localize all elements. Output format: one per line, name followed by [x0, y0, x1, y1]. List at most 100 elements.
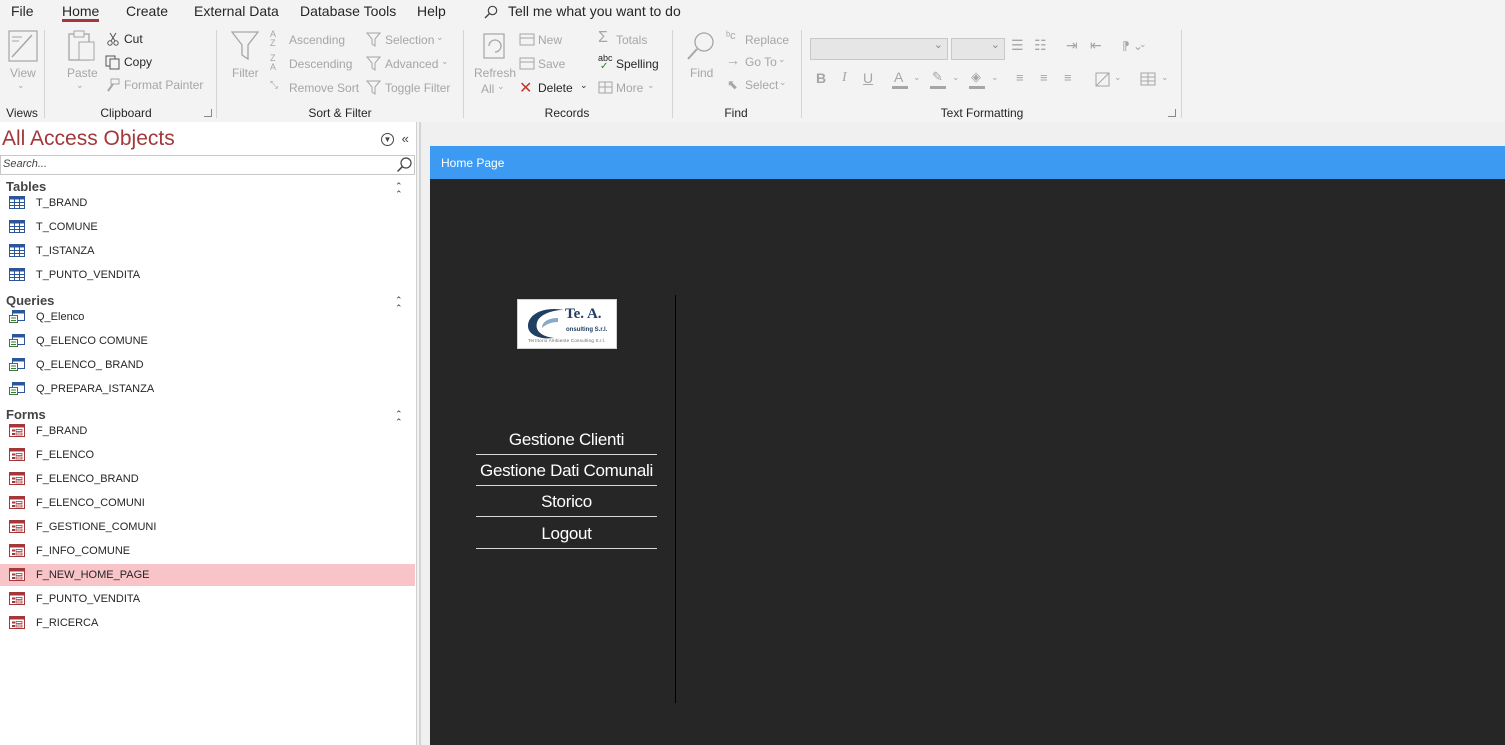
- separator: [44, 30, 45, 118]
- nav-pane-controls: ▼ «: [381, 131, 409, 146]
- align-left-icon[interactable]: ≡: [1016, 70, 1024, 85]
- table-icon: [9, 220, 25, 233]
- tab-external-data[interactable]: External Data: [194, 3, 279, 19]
- font-color-icon: A: [894, 69, 904, 85]
- nav-item-t-istanza[interactable]: T_ISTANZA: [0, 240, 415, 262]
- search-icon[interactable]: [396, 156, 413, 173]
- highlighter-icon: ✎: [932, 69, 943, 84]
- table-icon: [9, 268, 25, 281]
- delete-x-icon: ✕: [519, 80, 533, 97]
- separator: [672, 30, 673, 118]
- nav-item-t-comune[interactable]: T_COMUNE: [0, 216, 415, 238]
- sort-ascending-icon: AZ: [270, 29, 277, 48]
- new-record-icon: [519, 33, 535, 46]
- navigation-pane: All Access Objects ▼ « Search... Tables ⌃…: [0, 122, 417, 745]
- company-logo: Te. A. onsulting S.r.l. Territorio Ambie…: [517, 299, 617, 349]
- font-size-combo[interactable]: [951, 38, 1005, 60]
- nav-item-label: F_PUNTO_VENDITA: [36, 593, 141, 605]
- tab-home[interactable]: Home: [62, 3, 99, 19]
- nav-item-q-elenco[interactable]: Q_Elenco: [0, 306, 415, 328]
- nav-item-label: Q_Elenco: [36, 311, 85, 323]
- italic-button[interactable]: I: [842, 70, 847, 86]
- tab-file[interactable]: File: [11, 3, 34, 19]
- align-center-icon[interactable]: ≡: [1040, 70, 1048, 85]
- paint-bucket-icon: ◈: [971, 69, 981, 84]
- font-name-combo[interactable]: [810, 38, 948, 60]
- group-text-formatting-label: Text Formatting: [940, 106, 1024, 120]
- tab-database-tools[interactable]: Database Tools: [300, 3, 396, 19]
- align-right-icon[interactable]: ≡: [1064, 70, 1072, 85]
- query-icon: [9, 382, 25, 395]
- filter-icon: [231, 31, 259, 61]
- nav-item-f-new-home-page[interactable]: F_NEW_HOME_PAGE: [0, 564, 415, 586]
- separator: [801, 30, 802, 118]
- nav-item-t-punto-vendita[interactable]: T_PUNTO_VENDITA: [0, 264, 415, 286]
- replace-icon: ᵇc: [726, 30, 736, 42]
- nav-item-label: T_PUNTO_VENDITA: [36, 269, 141, 281]
- refresh-icon: [483, 33, 505, 59]
- active-tab-indicator: [62, 19, 99, 22]
- nav-item-f-ricerca[interactable]: F_RICERCA: [0, 612, 415, 634]
- nav-item-q-elenco-comune[interactable]: Q_ELENCO COMUNE: [0, 330, 415, 352]
- bold-button[interactable]: B: [816, 70, 826, 86]
- nav-item-label: F_GESTIONE_COMUNI: [36, 521, 157, 533]
- form-icon: [9, 472, 25, 485]
- advanced-filter-icon: [366, 56, 381, 71]
- nav-item-label: Q_ELENCO COMUNE: [36, 335, 148, 347]
- tab-create[interactable]: Create: [126, 3, 168, 19]
- underline-button[interactable]: U: [863, 70, 873, 86]
- nav-collapse-icon[interactable]: «: [402, 131, 409, 146]
- text-formatting-launcher[interactable]: [1168, 109, 1176, 117]
- access-window: File Home Create External Data Database …: [0, 0, 1505, 745]
- nav-item-f-elenco-comuni[interactable]: F_ELENCO_COMUNI: [0, 492, 415, 514]
- clipboard-launcher[interactable]: [204, 109, 212, 117]
- nav-item-f-punto-vendita[interactable]: F_PUNTO_VENDITA: [0, 588, 415, 610]
- nav-item-label: F_ELENCO: [36, 449, 95, 461]
- nav-pane-title[interactable]: All Access Objects: [2, 127, 175, 151]
- sigma-icon: Σ: [598, 29, 608, 46]
- separator: [463, 30, 464, 118]
- query-icon: [9, 358, 25, 371]
- form-icon: [9, 424, 25, 437]
- nav-item-f-brand[interactable]: F_BRAND: [0, 420, 415, 442]
- form-icon: [9, 616, 25, 629]
- tab-help[interactable]: Help: [417, 3, 446, 19]
- nav-item-label: T_ISTANZA: [36, 245, 95, 257]
- find-icon: [687, 32, 714, 60]
- group-records-label: Records: [544, 106, 590, 120]
- storico-button[interactable]: Storico: [476, 487, 657, 517]
- cursor-icon: ⬉: [727, 77, 738, 92]
- increase-indent-icon[interactable]: ⇥: [1066, 37, 1078, 54]
- view-icon: [8, 30, 38, 62]
- form-tab-title: Home Page: [441, 156, 505, 170]
- gridlines-icon: [1140, 72, 1156, 86]
- nav-item-label: T_BRAND: [36, 197, 88, 209]
- numbering-icon[interactable]: ☷: [1034, 37, 1047, 54]
- nav-menu-dropdown-icon[interactable]: ▼: [381, 133, 394, 146]
- scissors-icon: [107, 32, 119, 46]
- table-icon: [9, 196, 25, 209]
- bullets-icon[interactable]: ☰: [1011, 37, 1024, 54]
- nav-item-t-brand[interactable]: T_BRAND: [0, 192, 415, 214]
- ribbon-tabs: File Home Create External Data Database …: [0, 0, 1505, 24]
- brush-icon: [107, 78, 120, 92]
- gestione-clienti-button[interactable]: Gestione Clienti: [476, 425, 657, 455]
- gestione-dati-comunali-button[interactable]: Gestione Dati Comunali: [476, 456, 657, 486]
- selection-filter-icon: [366, 32, 381, 47]
- nav-item-f-info-comune[interactable]: F_INFO_COMUNE: [0, 540, 415, 562]
- form-icon: [9, 520, 25, 533]
- paste-icon: [68, 30, 95, 61]
- nav-item-f-elenco[interactable]: F_ELENCO: [0, 444, 415, 466]
- nav-item-q-prepara-istanza[interactable]: Q_PREPARA_ISTANZA: [0, 378, 415, 400]
- decrease-indent-icon[interactable]: ⇤: [1090, 37, 1102, 54]
- form-icon: [9, 544, 25, 557]
- nav-item-f-elenco-brand[interactable]: F_ELENCO_BRAND: [0, 468, 415, 490]
- separator: [1181, 30, 1182, 118]
- form-tab-header[interactable]: Home Page: [430, 146, 1505, 179]
- arrow-right-icon: →: [726, 52, 740, 68]
- logout-button[interactable]: Logout: [476, 518, 657, 549]
- nav-search-input[interactable]: Search...: [0, 155, 415, 175]
- nav-item-f-gestione-comuni[interactable]: F_GESTIONE_COMUNI: [0, 516, 415, 538]
- nav-item-q-elenco-brand[interactable]: Q_ELENCO_ BRAND: [0, 354, 415, 376]
- tell-me-box[interactable]: Tell me what you want to do: [484, 3, 681, 19]
